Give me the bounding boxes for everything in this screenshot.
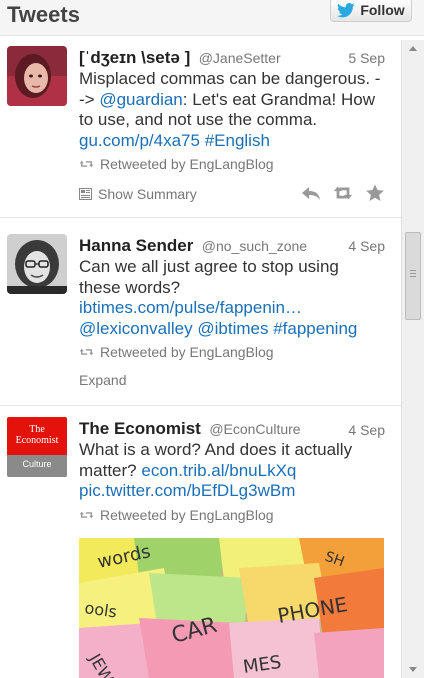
- show-summary[interactable]: Show Summary: [79, 184, 385, 204]
- tweet-date[interactable]: 4 Sep: [348, 238, 385, 254]
- economist-brand: The Economist: [15, 424, 59, 446]
- url-link[interactable]: ibtimes.com/pulse/fappenin…: [79, 298, 302, 317]
- favorite-star-icon[interactable]: [365, 184, 385, 202]
- follow-button[interactable]: Follow: [330, 0, 412, 22]
- retweeted-by-label: Retweeted by EngLangBlog: [100, 344, 274, 360]
- retweet-context: Retweeted by EngLangBlog: [79, 156, 385, 172]
- scrollbar-grip: [410, 270, 416, 274]
- summary-card-icon: [79, 188, 92, 200]
- scroll-up-arrow-icon[interactable]: [402, 40, 424, 57]
- scrollbar-grip: [410, 276, 416, 277]
- tweet-date[interactable]: 4 Sep: [348, 422, 385, 438]
- mention-link[interactable]: @ibtimes: [197, 319, 268, 338]
- hashtag-link[interactable]: #fappening: [273, 319, 357, 338]
- tweet-stream[interactable]: [ˈdʒeɪn \setə ] @JaneSetter 5 Sep Mispla…: [0, 40, 401, 678]
- reply-icon[interactable]: [301, 184, 321, 202]
- retweeted-by-label: Retweeted by EngLangBlog: [100, 156, 274, 172]
- tweet-actions: [301, 184, 385, 202]
- hashtag-link[interactable]: #English: [205, 131, 270, 150]
- retweet-context: Retweeted by EngLangBlog: [79, 344, 385, 360]
- author-handle[interactable]: @EconCulture: [209, 421, 300, 437]
- tweet-media-photo[interactable]: words ools CAR PHONE JEW MES SH: [79, 538, 384, 678]
- retweet-icon[interactable]: [333, 184, 353, 202]
- author-name[interactable]: The Economist: [79, 419, 201, 438]
- pic-link[interactable]: pic.twitter.com/bEfDLg3wBm: [79, 481, 295, 500]
- widget-title: Tweets: [7, 2, 80, 27]
- mention-link[interactable]: @guardian: [99, 90, 182, 109]
- avatar[interactable]: [7, 234, 67, 294]
- retweeted-by-label: Retweeted by EngLangBlog: [100, 506, 274, 523]
- author-handle[interactable]: @JaneSetter: [199, 50, 281, 66]
- scrollbar[interactable]: [401, 40, 424, 678]
- economist-section: Culture: [22, 459, 52, 469]
- tweet-text: Can we all just agree to stop using thes…: [79, 257, 385, 339]
- retweet-icon: [79, 160, 94, 168]
- avatar[interactable]: [7, 46, 67, 106]
- author-handle[interactable]: @no_such_zone: [202, 238, 307, 254]
- tweet-item[interactable]: [ˈdʒeɪn \setə ] @JaneSetter 5 Sep Mispla…: [0, 40, 401, 218]
- retweet-icon: [79, 348, 94, 356]
- scrollbar-thumb[interactable]: [405, 232, 421, 320]
- show-summary-label[interactable]: Show Summary: [98, 186, 197, 202]
- retweet-context: Retweeted by EngLangBlog: [79, 507, 385, 523]
- expand-link[interactable]: Expand: [79, 372, 385, 388]
- author-name[interactable]: Hanna Sender: [79, 236, 193, 255]
- tweet-text-body: Can we all just agree to stop using thes…: [79, 257, 339, 297]
- retweet-icon: [79, 511, 94, 518]
- url-link[interactable]: econ.trib.al/bnuLkXq: [141, 461, 296, 480]
- tweet-text: What is a word? And does it actually mat…: [79, 440, 385, 502]
- tweet-date[interactable]: 5 Sep: [348, 50, 385, 66]
- mention-link[interactable]: @lexiconvalley: [79, 319, 193, 338]
- twitter-bird-icon: [337, 2, 356, 17]
- scroll-down-arrow-icon[interactable]: [402, 661, 424, 678]
- widget-header: Tweets Follow: [0, 0, 424, 36]
- author-name[interactable]: [ˈdʒeɪn \setə ]: [79, 48, 190, 67]
- tweet-item[interactable]: Hanna Sender @no_such_zone 4 Sep Can we …: [0, 218, 401, 406]
- tweet-text: Misplaced commas can be dangerous. --> @…: [79, 69, 385, 151]
- url-link[interactable]: gu.com/p/4xa75: [79, 131, 200, 150]
- avatar[interactable]: The Economist Culture: [7, 417, 67, 477]
- follow-label: Follow: [360, 2, 405, 18]
